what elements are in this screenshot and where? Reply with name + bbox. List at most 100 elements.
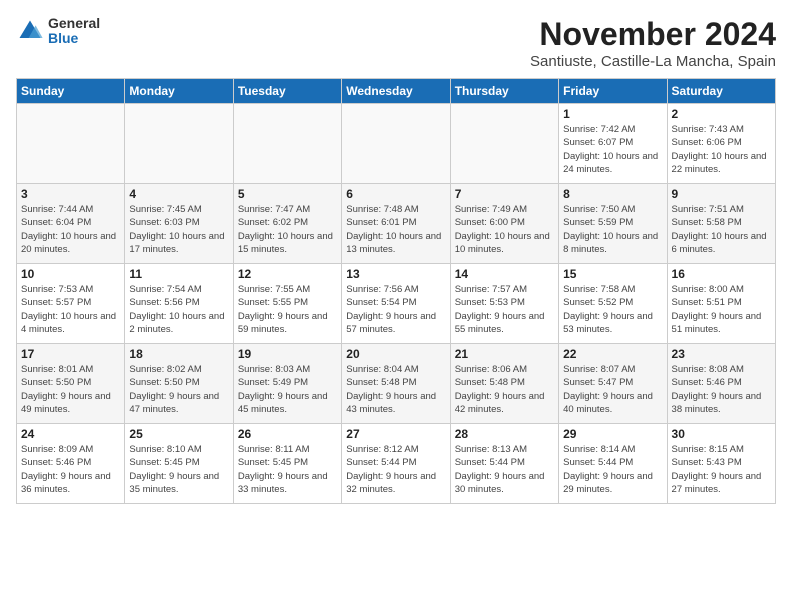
day-number: 3: [21, 187, 120, 201]
calendar-cell: 25 Sunrise: 8:10 AM Sunset: 5:45 PM Dayli…: [125, 424, 233, 504]
day-info: Sunrise: 7:47 AM Sunset: 6:02 PM Dayligh…: [238, 203, 337, 256]
day-number: 28: [455, 427, 554, 441]
day-number: 20: [346, 347, 445, 361]
calendar-cell: 28Sunrise: 8:13 AM Sunset: 5:44 PM Dayli…: [450, 424, 558, 504]
calendar-cell: [450, 104, 558, 184]
calendar-cell: 24 Sunrise: 8:09 AM Sunset: 5:46 PM Dayli…: [17, 424, 125, 504]
day-info: Sunrise: 8:04 AM Sunset: 5:48 PM Dayligh…: [346, 363, 445, 416]
day-info: Sunrise: 8:01 AM Sunset: 5:50 PM Dayligh…: [21, 363, 120, 416]
day-number: 30: [672, 427, 771, 441]
day-info: Sunrise: 8:00 AM Sunset: 5:51 PM Dayligh…: [672, 283, 771, 336]
calendar-cell: 3 Sunrise: 7:44 AM Sunset: 6:04 PM Daylig…: [17, 184, 125, 264]
calendar-cell: 13 Sunrise: 7:56 AM Sunset: 5:54 PM Dayli…: [342, 264, 450, 344]
day-number: 7: [455, 187, 554, 201]
day-number: 27: [346, 427, 445, 441]
day-info: Sunrise: 7:53 AM Sunset: 5:57 PM Dayligh…: [21, 283, 120, 336]
calendar-cell: 29 Sunrise: 8:14 AM Sunset: 5:44 PM Dayli…: [559, 424, 667, 504]
logo: General Blue: [16, 16, 100, 47]
calendar-cell: 10 Sunrise: 7:53 AM Sunset: 5:57 PM Dayli…: [17, 264, 125, 344]
day-info: Sunrise: 8:15 AM Sunset: 5:43 PM Dayligh…: [672, 443, 771, 496]
calendar-cell: 20 Sunrise: 8:04 AM Sunset: 5:48 PM Dayli…: [342, 344, 450, 424]
day-info: Sunrise: 7:58 AM Sunset: 5:52 PM Dayligh…: [563, 283, 662, 336]
calendar-cell: 2Sunrise: 7:43 AM Sunset: 6:06 PM Daylig…: [667, 104, 775, 184]
day-number: 4: [129, 187, 228, 201]
day-number: 23: [672, 347, 771, 361]
calendar-header-sunday: Sunday: [17, 79, 125, 104]
calendar-header-tuesday: Tuesday: [233, 79, 341, 104]
day-number: 5: [238, 187, 337, 201]
day-number: 12: [238, 267, 337, 281]
calendar-header-saturday: Saturday: [667, 79, 775, 104]
calendar-cell: 14 Sunrise: 7:57 AM Sunset: 5:53 PM Dayli…: [450, 264, 558, 344]
calendar-header-monday: Monday: [125, 79, 233, 104]
day-number: 24: [21, 427, 120, 441]
day-number: 11: [129, 267, 228, 281]
day-number: 26: [238, 427, 337, 441]
calendar-cell: 1Sunrise: 7:42 AM Sunset: 6:07 PM Daylig…: [559, 104, 667, 184]
calendar-cell: [125, 104, 233, 184]
day-number: 29: [563, 427, 662, 441]
logo-general: General: [48, 16, 100, 31]
day-info: Sunrise: 7:49 AM Sunset: 6:00 PM Dayligh…: [455, 203, 554, 256]
calendar-header-friday: Friday: [559, 79, 667, 104]
calendar-cell: 26 Sunrise: 8:11 AM Sunset: 5:45 PM Dayli…: [233, 424, 341, 504]
calendar-week-row: 1Sunrise: 7:42 AM Sunset: 6:07 PM Daylig…: [17, 104, 776, 184]
calendar-week-row: 10 Sunrise: 7:53 AM Sunset: 5:57 PM Dayli…: [17, 264, 776, 344]
day-number: 13: [346, 267, 445, 281]
calendar-cell: 5 Sunrise: 7:47 AM Sunset: 6:02 PM Daylig…: [233, 184, 341, 264]
day-info: Sunrise: 8:10 AM Sunset: 5:45 PM Dayligh…: [129, 443, 228, 496]
day-info: Sunrise: 8:03 AM Sunset: 5:49 PM Dayligh…: [238, 363, 337, 416]
day-info: Sunrise: 8:14 AM Sunset: 5:44 PM Dayligh…: [563, 443, 662, 496]
calendar-cell: 9Sunrise: 7:51 AM Sunset: 5:58 PM Daylig…: [667, 184, 775, 264]
calendar-header-wednesday: Wednesday: [342, 79, 450, 104]
day-info: Sunrise: 7:43 AM Sunset: 6:06 PM Dayligh…: [672, 123, 771, 176]
calendar-cell: [342, 104, 450, 184]
day-info: Sunrise: 8:11 AM Sunset: 5:45 PM Dayligh…: [238, 443, 337, 496]
day-info: Sunrise: 7:57 AM Sunset: 5:53 PM Dayligh…: [455, 283, 554, 336]
calendar-cell: 18Sunrise: 8:02 AM Sunset: 5:50 PM Dayli…: [125, 344, 233, 424]
calendar-cell: 6Sunrise: 7:48 AM Sunset: 6:01 PM Daylig…: [342, 184, 450, 264]
day-number: 10: [21, 267, 120, 281]
logo-blue: Blue: [48, 31, 100, 46]
day-number: 25: [129, 427, 228, 441]
calendar-cell: 4 Sunrise: 7:45 AM Sunset: 6:03 PM Daylig…: [125, 184, 233, 264]
day-number: 22: [563, 347, 662, 361]
title-section: November 2024 Santiuste, Castille-La Man…: [530, 16, 776, 70]
day-info: Sunrise: 7:48 AM Sunset: 6:01 PM Dayligh…: [346, 203, 445, 256]
day-info: Sunrise: 7:54 AM Sunset: 5:56 PM Dayligh…: [129, 283, 228, 336]
calendar-cell: 30 Sunrise: 8:15 AM Sunset: 5:43 PM Dayli…: [667, 424, 775, 504]
day-number: 16: [672, 267, 771, 281]
day-info: Sunrise: 8:12 AM Sunset: 5:44 PM Dayligh…: [346, 443, 445, 496]
day-info: Sunrise: 7:50 AM Sunset: 5:59 PM Dayligh…: [563, 203, 662, 256]
calendar-cell: 27 Sunrise: 8:12 AM Sunset: 5:44 PM Dayli…: [342, 424, 450, 504]
calendar-cell: 22 Sunrise: 8:07 AM Sunset: 5:47 PM Dayli…: [559, 344, 667, 424]
day-number: 19: [238, 347, 337, 361]
day-number: 9: [672, 187, 771, 201]
day-info: Sunrise: 7:56 AM Sunset: 5:54 PM Dayligh…: [346, 283, 445, 336]
calendar-cell: [17, 104, 125, 184]
day-number: 1: [563, 107, 662, 121]
calendar-cell: 23Sunrise: 8:08 AM Sunset: 5:46 PM Dayli…: [667, 344, 775, 424]
day-number: 17: [21, 347, 120, 361]
calendar-cell: 19 Sunrise: 8:03 AM Sunset: 5:49 PM Dayli…: [233, 344, 341, 424]
calendar-cell: [233, 104, 341, 184]
day-info: Sunrise: 8:09 AM Sunset: 5:46 PM Dayligh…: [21, 443, 120, 496]
day-number: 14: [455, 267, 554, 281]
calendar-cell: 8Sunrise: 7:50 AM Sunset: 5:59 PM Daylig…: [559, 184, 667, 264]
day-info: Sunrise: 8:07 AM Sunset: 5:47 PM Dayligh…: [563, 363, 662, 416]
calendar-week-row: 3 Sunrise: 7:44 AM Sunset: 6:04 PM Daylig…: [17, 184, 776, 264]
calendar-cell: 7 Sunrise: 7:49 AM Sunset: 6:00 PM Daylig…: [450, 184, 558, 264]
day-info: Sunrise: 7:44 AM Sunset: 6:04 PM Dayligh…: [21, 203, 120, 256]
location-subtitle: Santiuste, Castille-La Mancha, Spain: [530, 53, 776, 70]
day-number: 18: [129, 347, 228, 361]
page-header: General Blue November 2024 Santiuste, Ca…: [16, 16, 776, 70]
day-number: 15: [563, 267, 662, 281]
calendar-cell: 21Sunrise: 8:06 AM Sunset: 5:48 PM Dayli…: [450, 344, 558, 424]
day-info: Sunrise: 7:45 AM Sunset: 6:03 PM Dayligh…: [129, 203, 228, 256]
calendar-table: SundayMondayTuesdayWednesdayThursdayFrid…: [16, 78, 776, 504]
logo-icon: [16, 17, 44, 45]
day-info: Sunrise: 8:06 AM Sunset: 5:48 PM Dayligh…: [455, 363, 554, 416]
calendar-cell: 16 Sunrise: 8:00 AM Sunset: 5:51 PM Dayli…: [667, 264, 775, 344]
calendar-week-row: 24 Sunrise: 8:09 AM Sunset: 5:46 PM Dayli…: [17, 424, 776, 504]
month-title: November 2024: [530, 16, 776, 53]
